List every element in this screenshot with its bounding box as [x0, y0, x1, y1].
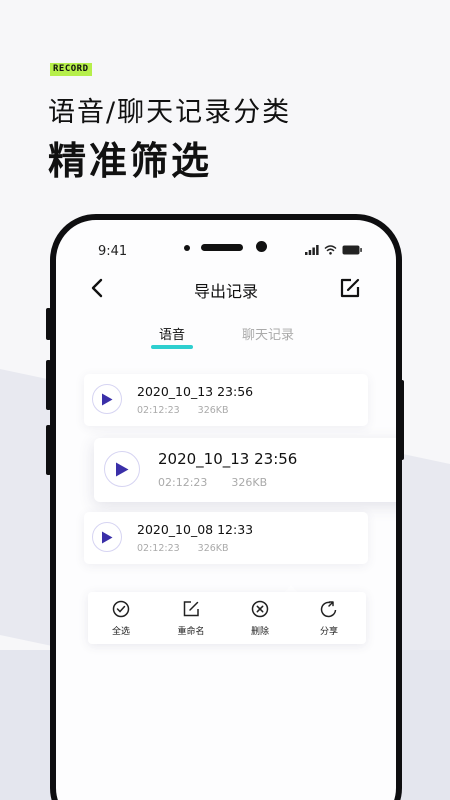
edit-icon[interactable] — [338, 276, 362, 300]
record-meta: 02:12:23 326KB — [158, 476, 267, 489]
record-item-selected[interactable]: 2020_10_13 23:56 02:12:23 326KB — [94, 438, 396, 502]
action-toolbar: 全选 重命名 删除 分享 — [88, 592, 366, 644]
record-name: 2020_10_08 12:33 — [137, 522, 254, 537]
record-duration: 02:12:23 — [137, 543, 180, 554]
select-all-button[interactable]: 全选 — [96, 600, 146, 637]
signal-icon — [305, 245, 319, 255]
wifi-icon — [324, 245, 337, 255]
record-tag: RECORD — [50, 63, 92, 76]
record-size: 326KB — [197, 543, 229, 554]
record-item[interactable]: 2020_10_08 12:33 02:12:23 326KB — [84, 512, 368, 564]
battery-icon — [342, 245, 362, 255]
status-time: 9:41 — [98, 244, 128, 259]
play-button[interactable] — [104, 451, 140, 487]
delete-icon — [251, 600, 269, 618]
notch-speaker — [201, 244, 243, 251]
record-duration: 02:12:23 — [137, 405, 180, 416]
notch-sensor — [184, 245, 190, 251]
phone-frame: 9:41 导出记录 语音 聊天记录 2020_10_13 23:56 02:12… — [50, 214, 402, 800]
nav-bar: 导出记录 — [56, 272, 396, 308]
hero-headline: 精准筛选 — [48, 139, 213, 183]
check-circle-icon — [112, 600, 130, 618]
rename-button[interactable]: 重命名 — [166, 600, 216, 637]
record-size: 326KB — [231, 476, 268, 489]
record-name: 2020_10_13 23:56 — [137, 384, 254, 399]
share-button[interactable]: 分享 — [304, 600, 354, 637]
status-bar: 9:41 — [56, 220, 396, 260]
play-button[interactable] — [92, 384, 122, 414]
rename-icon — [183, 601, 199, 617]
delete-button[interactable]: 删除 — [235, 600, 285, 637]
record-size: 326KB — [197, 405, 229, 416]
record-item[interactable]: 2020_10_13 23:56 02:12:23 326KB — [84, 374, 368, 426]
play-icon — [102, 531, 113, 543]
hero-subtitle: 语音/聊天记录分类 — [48, 97, 292, 128]
tab-active-indicator — [151, 345, 193, 349]
play-icon — [116, 462, 129, 476]
record-meta: 02:12:23 326KB — [137, 543, 229, 554]
record-duration: 02:12:23 — [158, 476, 208, 489]
share-label: 分享 — [319, 627, 338, 637]
play-icon — [102, 393, 113, 405]
select-all-label: 全选 — [111, 627, 130, 637]
record-name: 2020_10_13 23:56 — [158, 450, 298, 468]
status-icons — [305, 245, 362, 255]
play-button[interactable] — [92, 522, 122, 552]
rename-label: 重命名 — [177, 627, 205, 637]
notch-camera — [256, 241, 267, 252]
record-meta: 02:12:23 326KB — [137, 405, 229, 416]
tab-bar: 语音 聊天记录 — [56, 324, 396, 354]
tab-voice[interactable]: 语音 — [159, 324, 185, 343]
share-icon — [320, 601, 337, 618]
tab-chat-records[interactable]: 聊天记录 — [242, 324, 294, 343]
delete-label: 删除 — [250, 627, 269, 637]
